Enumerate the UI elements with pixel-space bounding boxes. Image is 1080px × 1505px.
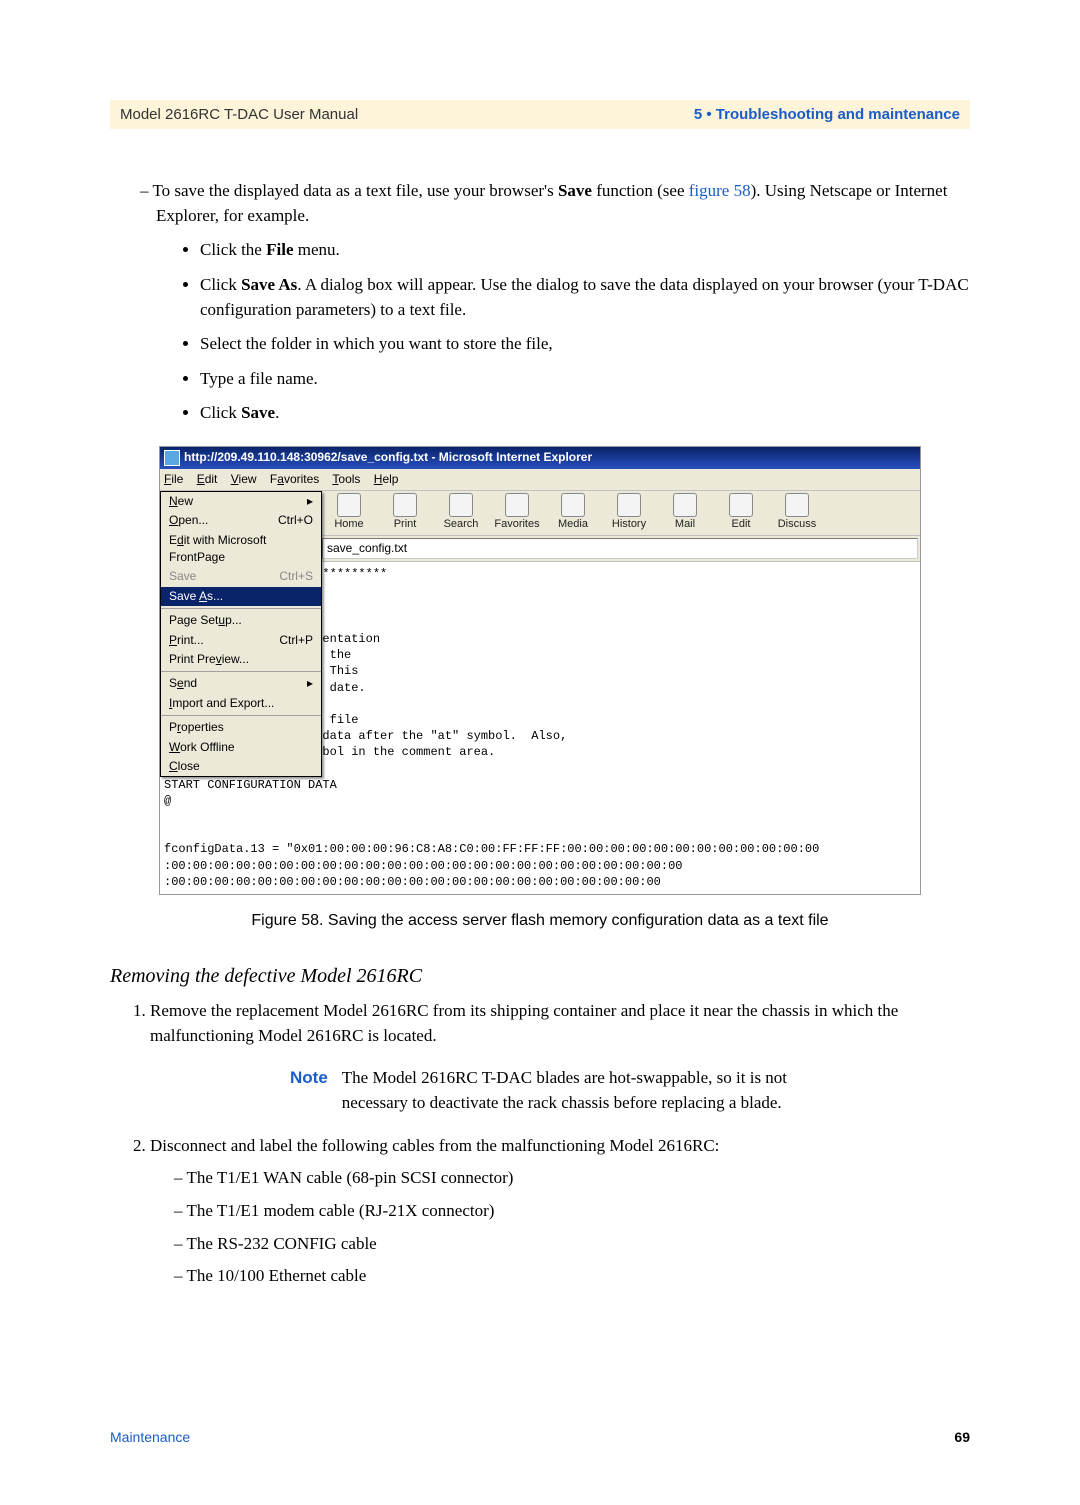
fm-properties[interactable]: Properties xyxy=(161,718,321,737)
bullet-save-as: Click Save As. A dialog box will appear.… xyxy=(200,273,970,322)
print-icon xyxy=(393,493,417,517)
fm-open[interactable]: Open...Ctrl+O xyxy=(161,511,321,530)
tb-discuss[interactable]: Discuss xyxy=(772,493,822,533)
ie-window: http://209.49.110.148:30962/save_config.… xyxy=(159,446,921,895)
header-left: Model 2616RC T-DAC User Manual xyxy=(120,106,358,123)
window-title: http://209.49.110.148:30962/save_config.… xyxy=(184,449,592,466)
fm-close[interactable]: Close xyxy=(161,757,321,776)
menu-file[interactable]: File xyxy=(164,472,183,486)
ie-icon xyxy=(164,450,180,466)
fm-new[interactable]: New▸ xyxy=(161,492,321,511)
favorites-icon xyxy=(505,493,529,517)
tb-home[interactable]: Home xyxy=(324,493,374,533)
tb-history[interactable]: History xyxy=(604,493,654,533)
bullet-select-folder: Select the folder in which you want to s… xyxy=(200,332,970,357)
menubar: File Edit View Favorites Tools Help xyxy=(160,469,920,491)
bullet-type-name: Type a file name. xyxy=(200,367,970,392)
edit-icon xyxy=(729,493,753,517)
menu-favorites[interactable]: Favorites xyxy=(270,472,319,486)
sub-cable-config: – The RS-232 CONFIG cable xyxy=(150,1232,970,1257)
step-2: Disconnect and label the following cable… xyxy=(150,1134,970,1289)
footer: Maintenance 69 xyxy=(110,1429,970,1445)
tb-print[interactable]: Print xyxy=(380,493,430,533)
note-block: Note The Model 2616RC T-DAC blades are h… xyxy=(290,1066,850,1115)
media-icon xyxy=(561,493,585,517)
menu-help[interactable]: Help xyxy=(374,472,399,486)
tb-media[interactable]: Media xyxy=(548,493,598,533)
page-header: Model 2616RC T-DAC User Manual 5 • Troub… xyxy=(110,100,970,129)
mail-icon xyxy=(673,493,697,517)
tb-search[interactable]: Search xyxy=(436,493,486,533)
step-1: Remove the replacement Model 2616RC from… xyxy=(150,999,970,1116)
discuss-icon xyxy=(785,493,809,517)
note-label: Note xyxy=(290,1066,328,1115)
figure-link[interactable]: figure 58 xyxy=(689,181,751,200)
fm-saveas[interactable]: Save As... xyxy=(161,587,321,606)
fm-offline[interactable]: Work Offline xyxy=(161,738,321,757)
file-dropdown: New▸ Open...Ctrl+O Edit with Microsoft F… xyxy=(160,491,322,777)
bullet-click-save: Click Save. xyxy=(200,401,970,426)
window-titlebar: http://209.49.110.148:30962/save_config.… xyxy=(160,447,920,468)
intro-paragraph: – To save the displayed data as a text f… xyxy=(110,179,970,228)
menu-view[interactable]: View xyxy=(231,472,257,486)
fm-print[interactable]: Print...Ctrl+P xyxy=(161,631,321,650)
address-field[interactable]: save_config.txt xyxy=(322,538,918,559)
sub-cable-modem: – The T1/E1 modem cable (RJ-21X connecto… xyxy=(150,1199,970,1224)
tb-mail[interactable]: Mail xyxy=(660,493,710,533)
fm-preview[interactable]: Print Preview... xyxy=(161,650,321,669)
note-text: The Model 2616RC T-DAC blades are hot-sw… xyxy=(342,1066,850,1115)
fm-editfp[interactable]: Edit with Microsoft FrontPage xyxy=(161,531,321,568)
footer-right: 69 xyxy=(954,1429,970,1445)
fm-pagesetup[interactable]: Page Setup... xyxy=(161,611,321,630)
figure-caption: Figure 58. Saving the access server flas… xyxy=(110,909,970,932)
tb-favorites[interactable]: Favorites xyxy=(492,493,542,533)
menu-tools[interactable]: Tools xyxy=(332,472,360,486)
history-icon xyxy=(617,493,641,517)
fm-impexp[interactable]: Import and Export... xyxy=(161,694,321,713)
removing-heading: Removing the defective Model 2616RC xyxy=(110,962,970,991)
menu-edit[interactable]: Edit xyxy=(197,472,218,486)
fm-send[interactable]: Send▸ xyxy=(161,674,321,693)
sub-cable-ethernet: – The 10/100 Ethernet cable xyxy=(150,1264,970,1289)
fm-save: SaveCtrl+S xyxy=(161,567,321,586)
home-icon xyxy=(337,493,361,517)
header-right: 5 • Troubleshooting and maintenance xyxy=(694,106,960,123)
bullet-click-file: Click the File menu. xyxy=(200,238,970,263)
search-icon xyxy=(449,493,473,517)
tb-edit[interactable]: Edit xyxy=(716,493,766,533)
footer-left: Maintenance xyxy=(110,1429,190,1445)
toolbar: Home Print Search Favorites Media Histor… xyxy=(320,491,920,535)
sub-cable-wan: – The T1/E1 WAN cable (68-pin SCSI conne… xyxy=(150,1166,970,1191)
